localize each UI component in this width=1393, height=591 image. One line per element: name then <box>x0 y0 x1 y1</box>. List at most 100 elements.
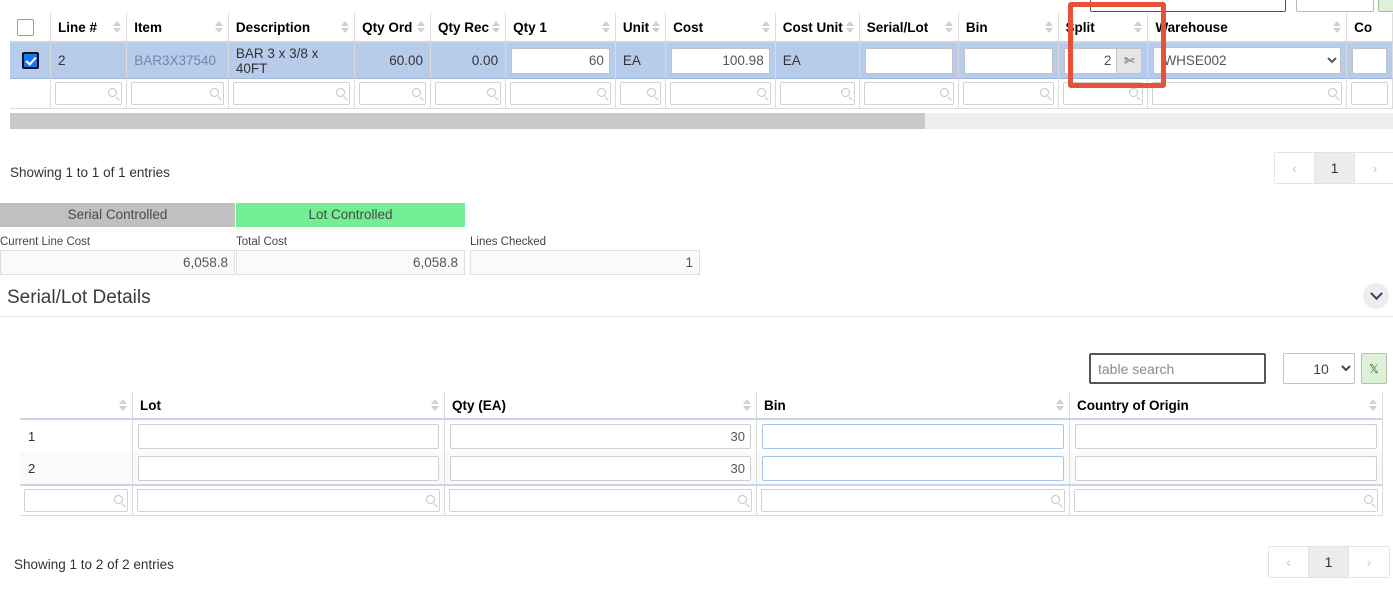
clipped-input-1[interactable] <box>1090 0 1286 12</box>
cell-split[interactable]: 2 ✄ <box>1058 43 1149 79</box>
filter-cell-description[interactable] <box>228 79 356 109</box>
row-select-checkbox[interactable] <box>21 52 39 69</box>
filter-input-qty-ea[interactable] <box>449 489 752 512</box>
sort-arrows-icon[interactable] <box>1056 398 1065 412</box>
filter-cell-qty-ord[interactable] <box>355 79 432 109</box>
sort-arrows-icon[interactable] <box>743 398 752 412</box>
country-of-origin-input[interactable] <box>1075 423 1377 449</box>
sort-arrows-icon[interactable] <box>1134 20 1143 34</box>
cell-country-of-origin[interactable] <box>1070 420 1383 452</box>
cell-co-clipped[interactable] <box>1347 43 1393 79</box>
cell-qty-ea[interactable] <box>445 420 757 452</box>
cell-lot[interactable] <box>133 420 445 452</box>
filter-input-qty-ord[interactable] <box>359 82 427 105</box>
table-row[interactable]: 1 <box>20 420 1383 452</box>
sort-arrows-icon[interactable] <box>601 20 611 34</box>
cell-cost[interactable] <box>666 43 776 79</box>
col-header-bin[interactable]: Bin <box>757 392 1070 420</box>
filter-input-qty-1[interactable] <box>510 82 611 105</box>
col-header-cost-unit[interactable]: Cost Unit <box>775 13 860 43</box>
filter-input-bin[interactable] <box>761 489 1065 512</box>
cell-country-of-origin[interactable] <box>1070 452 1383 484</box>
col-header-cost[interactable]: Cost <box>666 13 776 43</box>
sort-arrows-icon[interactable] <box>119 398 128 412</box>
page-length-select[interactable]: 10 <box>1283 353 1355 384</box>
col-header-row-index[interactable] <box>20 392 133 420</box>
filter-input-bin[interactable] <box>962 82 1054 105</box>
filter-input-co-clipped[interactable] <box>1351 82 1388 105</box>
sort-arrows-icon[interactable] <box>845 20 855 34</box>
bin-input[interactable] <box>762 423 1064 449</box>
scissors-icon[interactable]: ✄ <box>1116 47 1143 74</box>
filter-input-serial-lot[interactable] <box>863 82 954 105</box>
chevron-down-icon[interactable] <box>1363 283 1389 309</box>
table-row[interactable]: 2 <box>20 452 1383 484</box>
country-of-origin-input[interactable] <box>1075 455 1377 481</box>
filter-row[interactable] <box>20 484 1383 516</box>
col-header-co-clipped[interactable]: Co <box>1347 13 1393 43</box>
sort-arrows-icon[interactable] <box>492 20 501 34</box>
table-row[interactable]: 2 BAR3X37540 BAR 3 x 3/8 x 40FT 60.00 0.… <box>10 43 1393 79</box>
filter-input-unit[interactable] <box>619 82 662 105</box>
grid-horizontal-scrollbar[interactable] <box>10 113 1393 129</box>
filter-cell-bin[interactable] <box>958 79 1059 109</box>
filter-input-qty-rec[interactable] <box>435 82 502 105</box>
cell-serial-lot[interactable] <box>859 43 959 79</box>
cell-qty-ea[interactable] <box>445 452 757 484</box>
filter-input-description[interactable] <box>232 82 351 105</box>
filter-input-row-index[interactable] <box>24 489 128 512</box>
filter-input-item[interactable] <box>131 82 224 105</box>
col-header-item[interactable]: Item <box>127 13 229 43</box>
filter-input-country-of-origin[interactable] <box>1074 489 1378 512</box>
upper-grid-pagination[interactable]: ‹ 1 › <box>1274 152 1393 184</box>
lot-input[interactable] <box>138 423 439 449</box>
qty-input[interactable] <box>450 423 751 449</box>
cell-warehouse[interactable]: WHSE002 <box>1148 43 1348 79</box>
cell-bin[interactable] <box>757 452 1070 484</box>
cell-bin[interactable] <box>958 43 1059 79</box>
qty-input[interactable] <box>450 455 751 481</box>
filter-cell-country-of-origin[interactable] <box>1070 484 1383 516</box>
filter-input-warehouse[interactable] <box>1152 82 1343 105</box>
clipped-input-2[interactable] <box>1296 0 1374 12</box>
pagination-prev-button[interactable]: ‹ <box>1269 547 1309 577</box>
filter-input-line-no[interactable] <box>55 82 123 105</box>
sort-arrows-icon[interactable] <box>944 20 954 34</box>
filter-cell-co-clipped[interactable] <box>1347 79 1393 109</box>
sort-arrows-icon[interactable] <box>1369 398 1378 412</box>
sort-arrows-icon[interactable] <box>652 20 661 34</box>
col-header-description[interactable]: Description <box>228 13 356 43</box>
filter-cell-line-no[interactable] <box>51 79 128 109</box>
pagination-prev-button[interactable]: ‹ <box>1275 153 1315 183</box>
select-all-header[interactable] <box>10 13 51 43</box>
col-header-country-of-origin[interactable]: Country of Origin <box>1070 392 1383 420</box>
col-header-serial-lot[interactable]: Serial/Lot <box>859 13 959 43</box>
sort-arrows-icon[interactable] <box>1044 20 1054 34</box>
filter-cell-qty-ea[interactable] <box>445 484 757 516</box>
cell-lot[interactable] <box>133 452 445 484</box>
lower-grid-pagination[interactable]: ‹ 1 › <box>1268 546 1390 578</box>
search-input[interactable] <box>1089 353 1266 384</box>
sort-arrows-icon[interactable] <box>761 20 771 34</box>
col-header-split[interactable]: Split <box>1058 13 1149 43</box>
sort-arrows-icon[interactable] <box>341 20 350 34</box>
split-control[interactable]: 2 ✄ <box>1063 47 1143 74</box>
select-all-checkbox[interactable] <box>17 18 34 36</box>
filter-cell-split[interactable] <box>1058 79 1149 109</box>
col-header-qty-1[interactable]: Qty 1 <box>506 13 616 43</box>
filter-input-lot[interactable] <box>137 489 440 512</box>
co-clipped-input[interactable] <box>1352 47 1387 74</box>
cell-bin[interactable] <box>757 420 1070 452</box>
sort-arrows-icon[interactable] <box>113 20 122 34</box>
filter-cell-serial-lot[interactable] <box>859 79 959 109</box>
cost-input[interactable] <box>671 47 770 74</box>
pagination-next-button[interactable]: › <box>1349 547 1389 577</box>
col-header-warehouse[interactable]: Warehouse <box>1148 13 1348 43</box>
filter-cell-item[interactable] <box>127 79 229 109</box>
col-header-qty-ord[interactable]: Qty Ord <box>355 13 432 43</box>
sort-arrows-icon[interactable] <box>214 20 224 34</box>
col-header-qty-rec[interactable]: Qty Rec <box>431 13 507 43</box>
col-header-bin[interactable]: Bin <box>958 13 1059 43</box>
col-header-unit[interactable]: Unit <box>615 13 667 43</box>
row-select-cell[interactable] <box>10 43 51 79</box>
